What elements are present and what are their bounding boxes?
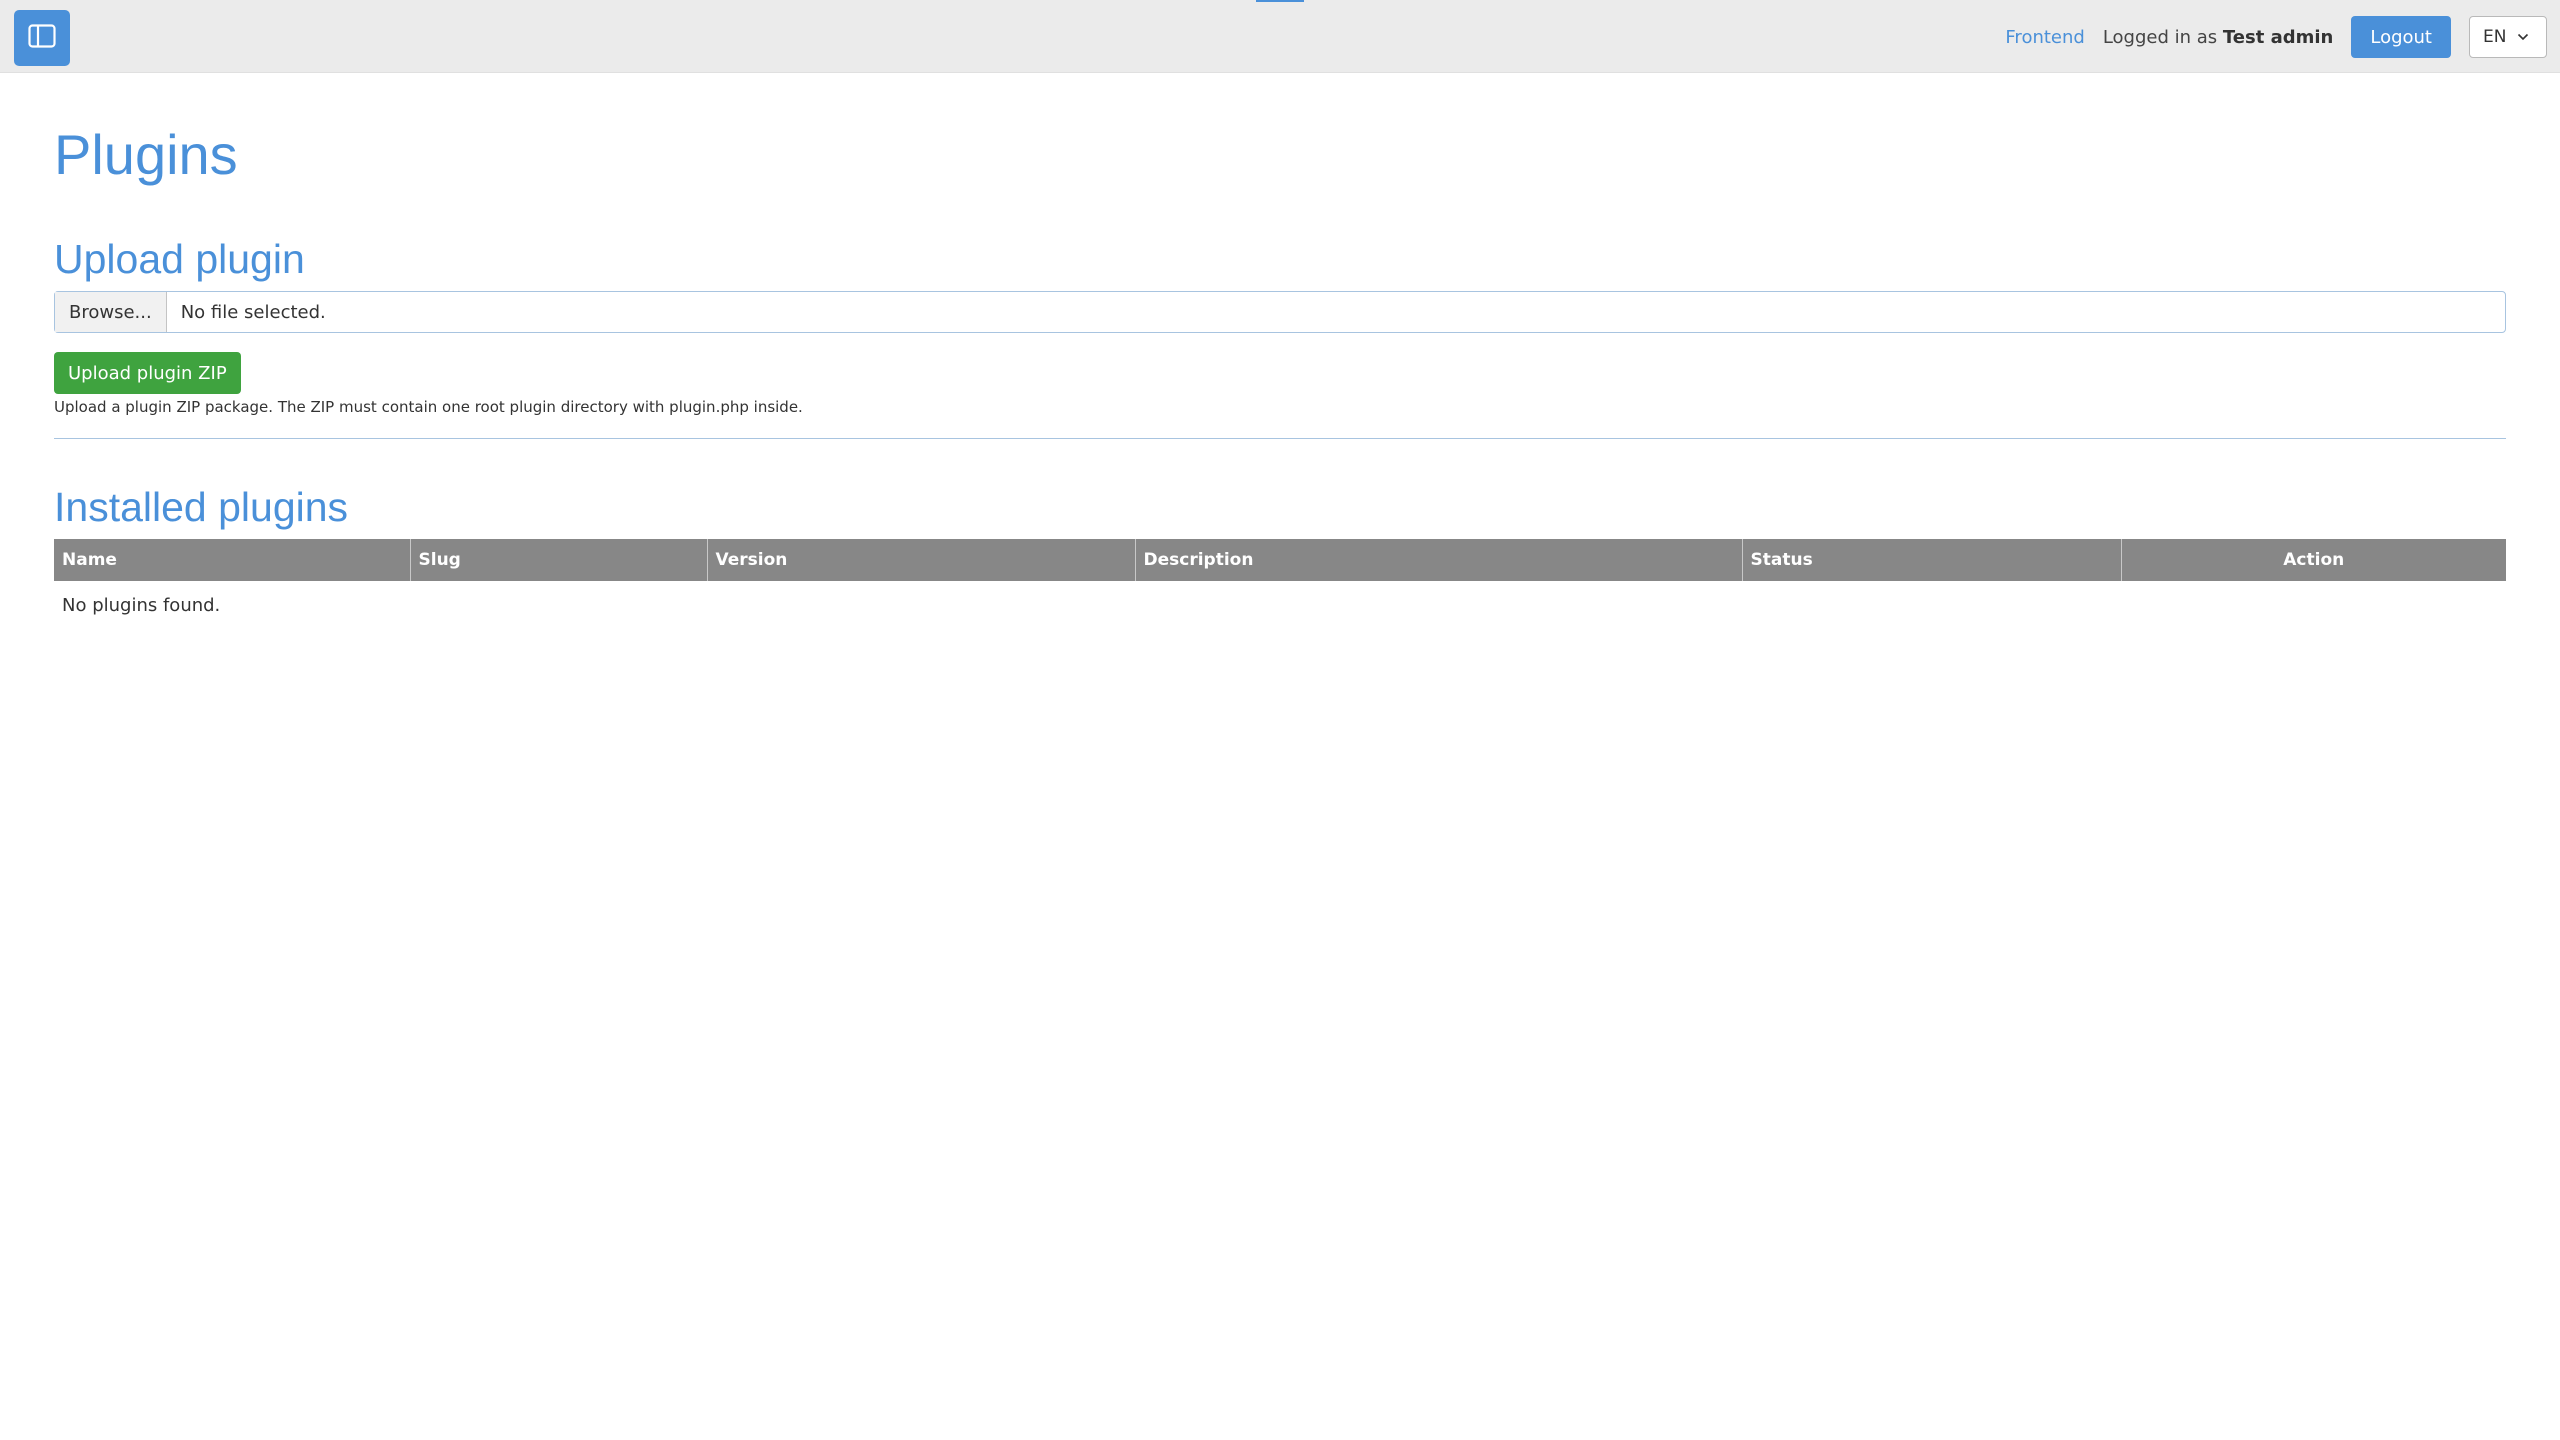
browse-button[interactable]: Browse...: [55, 292, 167, 332]
frontend-link[interactable]: Frontend: [2005, 27, 2084, 48]
logged-in-prefix: Logged in as: [2102, 26, 2218, 48]
installed-section-title: Installed plugins: [54, 484, 349, 530]
user-area: Frontend Logged in as Test admin Logout …: [2005, 16, 2547, 58]
plugin-file-input[interactable]: Browse... No file selected.: [54, 291, 2506, 333]
section-divider: [54, 438, 2506, 439]
logged-in-text: Logged in as Test admin: [2103, 27, 2334, 48]
user-name: Test admin: [2222, 26, 2334, 48]
plugins-table: Name Slug Version Description Status Act…: [54, 539, 2506, 629]
language-value: EN: [2483, 27, 2507, 47]
upload-section-title: Upload plugin: [54, 236, 305, 282]
column-header-version[interactable]: Version: [707, 539, 1136, 581]
table-row: No plugins found.: [54, 581, 2506, 629]
language-select[interactable]: EN: [2469, 16, 2547, 58]
logout-button[interactable]: Logout: [2351, 16, 2451, 58]
column-header-action: Action: [2121, 539, 2506, 581]
top-bar: Frontend Logged in as Test admin Logout …: [0, 0, 2560, 73]
column-header-status[interactable]: Status: [1742, 539, 2122, 581]
column-header-slug[interactable]: Slug: [410, 539, 708, 581]
loading-indicator: [1256, 0, 1304, 2]
upload-hint: Upload a plugin ZIP package. The ZIP mus…: [54, 398, 803, 416]
file-status: No file selected.: [180, 301, 326, 323]
sidebar-toggle-button[interactable]: [14, 10, 70, 66]
column-header-description[interactable]: Description: [1135, 539, 1743, 581]
column-header-name[interactable]: Name: [54, 539, 411, 581]
sidebar-toggle-icon: [28, 24, 56, 52]
chevron-down-icon: [2517, 33, 2529, 41]
table-header-row: Name Slug Version Description Status Act…: [54, 539, 2506, 581]
page-title: Plugins: [54, 123, 238, 186]
empty-table-message: No plugins found.: [62, 594, 221, 616]
upload-plugin-button[interactable]: Upload plugin ZIP: [54, 352, 241, 394]
